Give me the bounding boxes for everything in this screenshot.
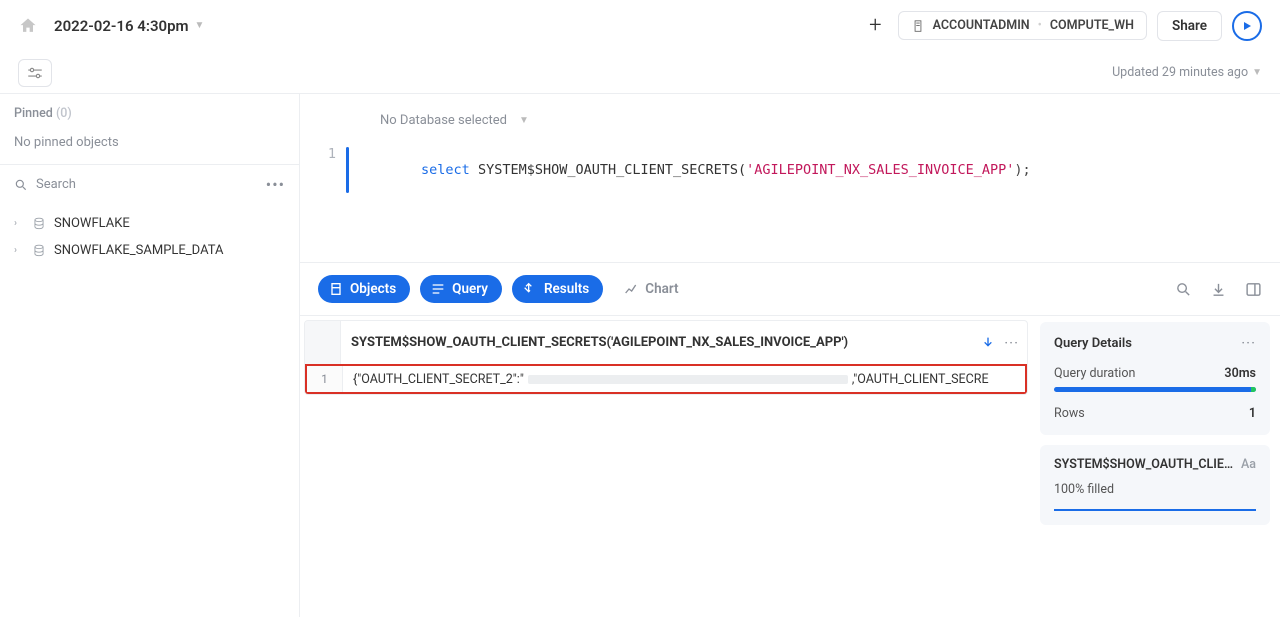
chart-icon: [623, 281, 639, 297]
warehouse-label: COMPUTE_WH: [1050, 18, 1134, 33]
code-line: select SYSTEM$SHOW_OAUTH_CLIENT_SECRETS(…: [356, 146, 1280, 194]
play-icon: [1241, 20, 1253, 32]
db-tree-item[interactable]: › SNOWFLAKE_SAMPLE_DATA: [0, 237, 299, 264]
duration-label: Query duration: [1054, 366, 1135, 381]
object-sidebar: Pinned (0) No pinned objects Search ••• …: [0, 94, 300, 617]
filter-button[interactable]: [18, 59, 52, 87]
details-more-icon[interactable]: ···: [1241, 334, 1256, 352]
database-select[interactable]: No Database selected ▼: [380, 113, 529, 128]
rows-label: Rows: [1054, 406, 1085, 421]
row-number: 1: [307, 366, 343, 392]
sliders-icon: [26, 66, 44, 80]
sql-editor[interactable]: 1 select SYSTEM$SHOW_OAUTH_CLIENT_SECRET…: [300, 132, 1280, 194]
chevron-right-icon: ›: [14, 218, 24, 229]
pinned-empty-text: No pinned objects: [0, 127, 299, 164]
filled-bar: [1054, 509, 1256, 511]
column-more-icon[interactable]: ···: [1004, 334, 1019, 352]
tab-results[interactable]: Results: [512, 275, 603, 303]
rows-value: 1: [1249, 406, 1256, 421]
chevron-down-icon: ▼: [519, 115, 529, 126]
results-icon: [522, 281, 538, 297]
download-icon[interactable]: [1210, 281, 1227, 298]
run-button[interactable]: [1232, 11, 1262, 41]
search-results-icon[interactable]: [1175, 281, 1192, 298]
tab-chart[interactable]: Chart: [613, 275, 692, 303]
db-tree-item[interactable]: › SNOWFLAKE: [0, 210, 299, 237]
chevron-right-icon: ›: [14, 245, 24, 256]
sidebar-more-button[interactable]: •••: [266, 175, 285, 194]
db-tree-label: SNOWFLAKE: [54, 216, 130, 231]
tab-query[interactable]: Query: [420, 275, 502, 303]
duration-bar: [1054, 387, 1256, 392]
panel-toggle-icon[interactable]: [1245, 281, 1262, 298]
worksheet-name[interactable]: 2022-02-16 4:30pm ▼: [54, 17, 204, 35]
role-label: ACCOUNTADMIN: [933, 18, 1030, 33]
column-download-icon[interactable]: [980, 335, 996, 351]
chevron-down-icon: ▼: [1252, 67, 1262, 78]
database-icon: [32, 217, 46, 231]
query-details-panel: Query Details ··· Query duration 30ms Ro…: [1040, 316, 1280, 617]
last-updated[interactable]: Updated 29 minutes ago ▼: [1112, 65, 1262, 80]
objects-icon: [328, 281, 344, 297]
sidebar-search[interactable]: Search •••: [0, 165, 299, 204]
new-worksheet-button[interactable]: +: [863, 9, 887, 42]
home-icon[interactable]: [18, 16, 38, 36]
tab-objects[interactable]: Objects: [318, 275, 410, 303]
chevron-down-icon: ▼: [195, 20, 205, 31]
duration-value: 30ms: [1224, 366, 1256, 381]
database-icon: [32, 244, 46, 258]
pinned-heading: Pinned (0): [14, 106, 72, 121]
redacted-secret: [528, 375, 848, 384]
share-button[interactable]: Share: [1157, 11, 1222, 41]
query-icon: [430, 281, 446, 297]
table-row[interactable]: 1 {"OAUTH_CLIENT_SECRET_2":" ,"OAUTH_CLI…: [305, 364, 1027, 394]
role-icon: [911, 19, 925, 33]
filled-text: 100% filled: [1054, 482, 1256, 497]
type-badge: Aa: [1241, 457, 1256, 472]
column-header[interactable]: SYSTEM$SHOW_OAUTH_CLIENT_SECRETS('AGILEP…: [341, 335, 972, 350]
db-tree-label: SNOWFLAKE_SAMPLE_DATA: [54, 243, 223, 258]
search-icon: [14, 178, 28, 192]
role-warehouse-select[interactable]: ACCOUNTADMIN • COMPUTE_WH: [898, 11, 1147, 40]
column-detail-name: SYSTEM$SHOW_OAUTH_CLIENT_SE...: [1054, 457, 1235, 472]
row-number-header: [305, 321, 341, 364]
query-details-title: Query Details: [1054, 336, 1132, 351]
result-cell[interactable]: {"OAUTH_CLIENT_SECRET_2":" ,"OAUTH_CLIEN…: [343, 372, 1025, 387]
worksheet-name-text: 2022-02-16 4:30pm: [54, 17, 189, 35]
results-table: SYSTEM$SHOW_OAUTH_CLIENT_SECRETS('AGILEP…: [304, 320, 1028, 395]
